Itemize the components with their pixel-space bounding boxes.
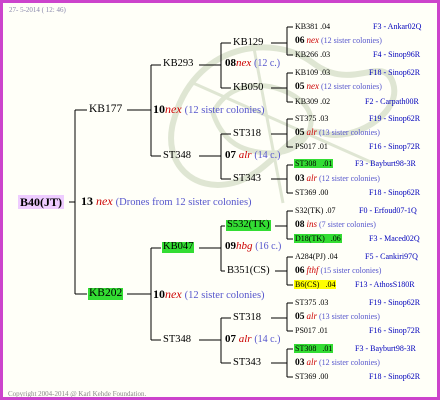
root-note: nex [96, 194, 113, 208]
gen2-count: 07 [225, 149, 236, 161]
gen4-origin: F0 - Erfoud07-1Q [359, 206, 417, 215]
gen3-summary: 05 nex (12 sister colonies) [295, 81, 382, 92]
gen4-node[interactable]: PS017 .01 [295, 143, 328, 151]
gen4-node[interactable]: ST308 .01 [294, 159, 334, 168]
gen2-count: 09 [225, 240, 236, 252]
gen4-node[interactable]: ST308 .01 [294, 344, 334, 353]
gen3-summary: 06 nex (12 sister colonies) [295, 35, 382, 46]
gen3-summary: 05 alr (13 sister colonies) [295, 311, 380, 322]
gen2-desc: (14 c.) [254, 334, 281, 345]
gen2-note: alr [238, 333, 252, 345]
gen4-origin: F3 - Maced02Q [369, 234, 420, 243]
gen3-summary: 06 fthf (15 sister colonies) [295, 265, 382, 276]
gen3-node[interactable]: S532(TK) [226, 219, 271, 231]
gen2-summary: 08nex (12 c.) [225, 58, 280, 69]
gen4-origin: F19 - Sinop62R [369, 114, 421, 123]
gen1-note: nex [165, 102, 182, 116]
gen4-node[interactable]: KB309 .02 [295, 98, 330, 106]
gen3-node[interactable]: ST318 [233, 312, 261, 324]
gen1-summary: 10nex (12 sister colonies) [153, 103, 265, 117]
gen4-origin: F13 - AthosS180R [355, 280, 415, 289]
gen2-node[interactable]: KB047 [162, 241, 195, 253]
gen1-summary: 10nex (12 sister colonies) [153, 288, 265, 302]
gen4-origin: F4 - Sinop96R [373, 50, 421, 59]
gen3-node[interactable]: KB050 [233, 82, 263, 94]
copyright: Copyright 2004-2014 @ Karl Kehde Foundat… [8, 390, 147, 398]
gen4-origin: F18 - Sinop62R [369, 188, 421, 197]
gen4-node[interactable]: S32(TK) .07 [295, 207, 335, 215]
gen3-node[interactable]: KB129 [233, 37, 263, 49]
gen4-origin: F3 - Bayburt98-3R [355, 159, 416, 168]
gen4-node[interactable]: KB266 .03 [295, 51, 330, 59]
gen1-count: 10 [153, 287, 165, 301]
gen3-summary: 08 ins (7 sister colonies) [295, 219, 376, 230]
gen4-node[interactable]: PS017 .01 [295, 327, 328, 335]
gen4-origin: F18 - Sinop62R [369, 372, 421, 381]
gen2-count: 07 [225, 333, 236, 345]
gen1-node[interactable]: KB177 [89, 103, 122, 116]
gen2-note: nex [236, 57, 252, 69]
gen4-origin: F18 - Sinop62R [369, 68, 421, 77]
gen4-origin: F5 - Cankiri97Q [365, 252, 418, 261]
gen2-node[interactable]: ST348 [163, 334, 191, 346]
pedigree-frame: 27- 5-2014 ( 12: 46) B40(JT) 13 nex (Dro… [0, 0, 440, 400]
gen3-summary: 03 alr (12 sister colonies) [295, 357, 380, 368]
gen2-desc: (16 c.) [255, 241, 282, 252]
gen2-summary: 07 alr (14 c.) [225, 150, 280, 161]
gen4-origin: F19 - Sinop62R [369, 298, 421, 307]
gen1-note: nex [165, 287, 182, 301]
gen4-node[interactable]: B6(CS) .04 [294, 280, 337, 289]
gen2-desc: (12 c.) [254, 58, 281, 69]
gen4-node[interactable]: ST375 .03 [295, 299, 328, 307]
gen4-node[interactable]: KB381 .04 [295, 23, 330, 31]
gen3-node[interactable]: B351(CS) [227, 265, 270, 277]
gen2-count: 08 [225, 57, 236, 69]
gen4-origin: F16 - Sinop72R [369, 142, 421, 151]
gen2-note: hbg [236, 240, 253, 252]
gen4-origin: F3 - Ankar02Q [373, 22, 422, 31]
gen2-node[interactable]: KB293 [163, 58, 193, 70]
gen4-node[interactable]: ST369 .00 [295, 373, 328, 381]
gen1-desc: (12 sister colonies) [184, 290, 265, 301]
gen4-origin: F2 - Carpath00R [365, 97, 419, 106]
gen2-summary: 07 alr (14 c.) [225, 334, 280, 345]
gen4-node[interactable]: A284(PJ) .04 [295, 253, 338, 261]
root-drone-summary: 13 nex (Drones from 12 sister colonies) [81, 195, 252, 209]
gen1-desc: (12 sister colonies) [184, 105, 265, 116]
gen4-node[interactable]: D18(TK) .06 [294, 234, 342, 243]
gen3-node[interactable]: ST318 [233, 128, 261, 140]
gen4-origin: F3 - Bayburt98-3R [355, 344, 416, 353]
gen2-summary: 09hbg (16 c.) [225, 241, 281, 252]
gen2-node[interactable]: ST348 [163, 150, 191, 162]
gen4-node[interactable]: KB109 .03 [295, 69, 330, 77]
gen1-count: 10 [153, 102, 165, 116]
gen1-node[interactable]: KB202 [88, 287, 124, 300]
root-queen[interactable]: B40(JT) [18, 195, 64, 209]
gen3-summary: 05 alr (13 sister colonies) [295, 127, 380, 138]
root-desc: (Drones from 12 sister colonies) [115, 197, 252, 208]
gen4-node[interactable]: ST369 .00 [295, 189, 328, 197]
gen3-node[interactable]: ST343 [233, 173, 261, 185]
gen4-origin: F16 - Sinop72R [369, 326, 421, 335]
gen2-desc: (14 c.) [254, 150, 281, 161]
gen2-note: alr [238, 149, 252, 161]
gen4-node[interactable]: ST375 .03 [295, 115, 328, 123]
gen3-node[interactable]: ST343 [233, 357, 261, 369]
gen3-summary: 03 alr (12 sister colonies) [295, 173, 380, 184]
root-count: 13 [81, 194, 93, 208]
